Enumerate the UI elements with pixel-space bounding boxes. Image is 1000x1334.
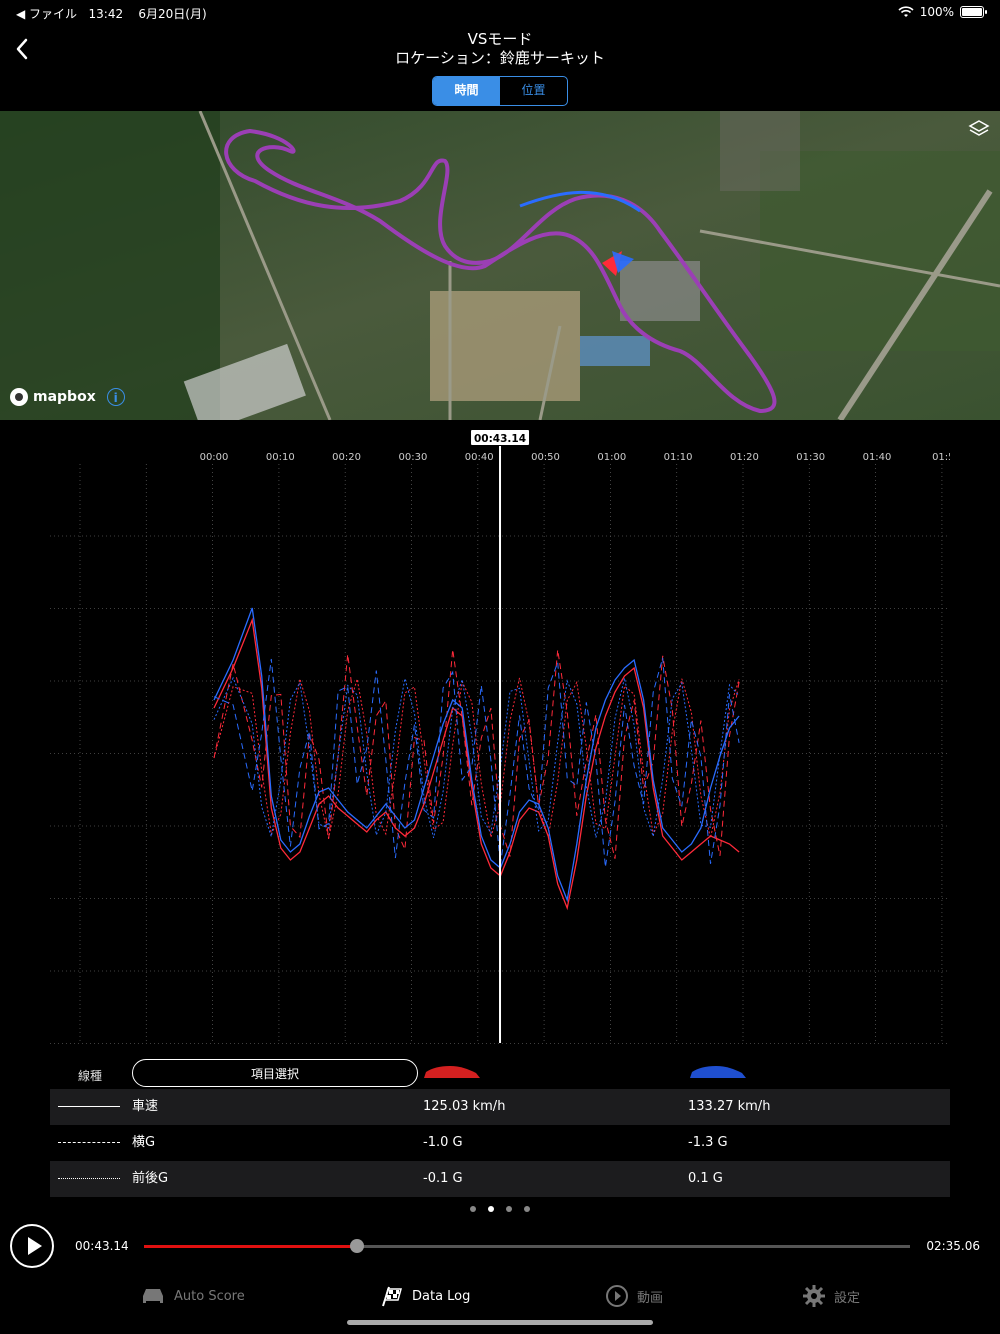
table-row-speed: 車速 125.03 km/h 133.27 km/h [50, 1089, 950, 1125]
data-log-chart[interactable]: 00:00 00:10 00:20 00:30 00:40 00:50 01:00 01:10… [50, 428, 950, 1048]
segment-time[interactable]: 時間 [433, 77, 500, 105]
layers-icon[interactable] [968, 118, 990, 140]
table-row-longitudinal-g: 前後G -0.1 G 0.1 G [50, 1161, 950, 1197]
x-tick-label: 01:00 [597, 452, 626, 463]
row-name: 前後G [132, 1171, 169, 1186]
back-to-app-link[interactable]: ◀ ファイル [16, 7, 77, 21]
mapbox-attribution: mapbox i [10, 388, 125, 406]
wifi-icon [898, 6, 914, 17]
map-info-icon[interactable]: i [106, 388, 125, 406]
tab-auto-score[interactable]: Auto Score [140, 1282, 245, 1310]
status-bar: ◀ ファイル 13:42 6月20日(月) 100% [0, 0, 1000, 26]
page-dot[interactable] [506, 1206, 512, 1212]
select-items-button[interactable]: 項目選択 [132, 1059, 418, 1087]
mapbox-label: mapbox [33, 389, 96, 405]
blue-value: 0.1 G [688, 1171, 723, 1186]
playback-progress [144, 1245, 357, 1248]
x-tick-label: 00:00 [200, 452, 229, 463]
x-tick-label: 01:5 [932, 452, 950, 463]
red-value: 125.03 km/h [423, 1099, 506, 1114]
tab-settings[interactable]: 設定 [802, 1282, 860, 1310]
tab-label: Data Log [412, 1288, 471, 1304]
tab-label: Auto Score [174, 1288, 245, 1304]
page-dot-active[interactable] [488, 1206, 494, 1212]
dashed-line-sample [58, 1142, 120, 1143]
car-icon [143, 1289, 163, 1303]
status-left: ◀ ファイル 13:42 6月20日(月) [16, 5, 207, 22]
row-name: 横G [132, 1135, 156, 1150]
home-indicator [347, 1320, 653, 1325]
series-line-red [213, 617, 740, 911]
blue-value: 133.27 km/h [688, 1099, 771, 1114]
title-location: ロケーション：鈴鹿サーキット [395, 49, 605, 67]
status-right: 100% [898, 5, 987, 19]
x-tick-label: 00:10 [266, 452, 295, 463]
red-value: -0.1 G [423, 1171, 463, 1186]
gear-icon [803, 1285, 825, 1307]
status-date: 6月20日(月) [138, 7, 207, 21]
blue-car-icon [690, 1066, 746, 1078]
x-tick-label: 01:20 [730, 452, 759, 463]
battery-icon [960, 6, 987, 18]
solid-line-sample [58, 1106, 120, 1107]
total-time: 02:35.06 [926, 1239, 980, 1253]
page-dot[interactable] [470, 1206, 476, 1212]
current-time: 00:43.14 [75, 1239, 129, 1253]
status-time: 13:42 [88, 7, 124, 21]
x-tick-label: 01:10 [664, 452, 693, 463]
x-tick-label: 00:20 [332, 452, 361, 463]
red-car-icon [424, 1066, 480, 1078]
line-type-label: 線種 [78, 1069, 103, 1083]
playback-knob[interactable] [349, 1239, 364, 1253]
playback-slider[interactable] [144, 1239, 910, 1253]
red-value: -1.0 G [423, 1135, 463, 1150]
series-line-lateral-g-blue [213, 657, 740, 868]
page-indicator[interactable] [470, 1206, 530, 1212]
x-tick-label: 01:40 [863, 452, 892, 463]
series-line-blue [213, 607, 740, 903]
tab-label: 動画 [637, 1290, 664, 1306]
page-dot[interactable] [524, 1206, 530, 1212]
tab-data-log[interactable]: Data Log [380, 1282, 470, 1310]
play-button[interactable] [10, 1224, 54, 1268]
mapbox-logo-icon [10, 388, 28, 406]
view-segment-control: 時間 位置 [432, 76, 568, 106]
tab-label: 設定 [834, 1290, 861, 1306]
blue-value: -1.3 G [688, 1135, 728, 1150]
battery-percent: 100% [919, 5, 954, 19]
row-name: 車速 [132, 1099, 159, 1114]
x-tick-label: 00:50 [531, 452, 560, 463]
title-mode: VSモード [467, 30, 533, 48]
tab-video[interactable]: 動画 [605, 1282, 663, 1310]
dotted-line-sample [58, 1178, 120, 1179]
x-tick-label: 00:30 [398, 452, 427, 463]
x-tick-label: 00:40 [465, 452, 494, 463]
time-cursor-label: 00:43.14 [474, 433, 526, 445]
segment-position[interactable]: 位置 [500, 77, 567, 105]
play-circle-icon [606, 1285, 628, 1307]
page-title: VSモード ロケーション：鈴鹿サーキット [0, 30, 1000, 68]
table-row-lateral-g: 横G -1.0 G -1.3 G [50, 1125, 950, 1161]
circuit-map[interactable] [0, 111, 1000, 420]
checkered-flag-icon [382, 1286, 402, 1307]
x-tick-label: 01:30 [796, 452, 825, 463]
